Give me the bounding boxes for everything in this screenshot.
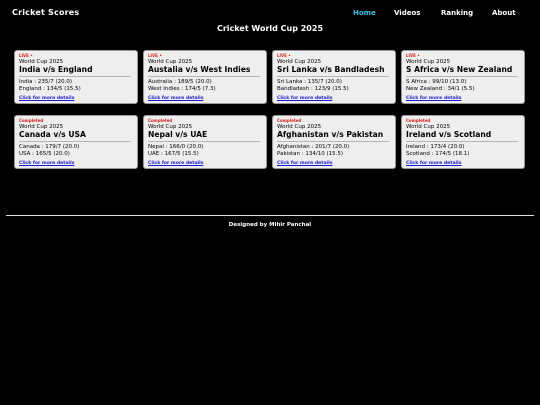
match-card[interactable]: Completed World Cup 2025 Nepal v/s UAE Nepa…: [143, 115, 267, 169]
match-title: Nepal v/s UAE: [148, 130, 208, 139]
match-details-link[interactable]: Click for more details: [19, 96, 74, 101]
card-divider: [277, 141, 389, 142]
match-status-badge: Completed: [406, 118, 431, 123]
team1-score: Nepal : 166/0 (20.0): [148, 144, 204, 150]
match-details-link[interactable]: Click for more details: [277, 161, 332, 166]
team2-score: Scotland : 174/5 (18.1): [406, 151, 470, 157]
team2-score: Pakistan : 134/10 (15.5): [277, 151, 344, 157]
nav-home-link[interactable]: Home: [353, 9, 376, 17]
match-title: Afghanistan v/s Pakistan: [277, 130, 384, 139]
match-title: India v/s England: [19, 65, 93, 74]
match-status-badge: LIVE •: [277, 53, 291, 58]
team2-score: UAE : 167/5 (15.5): [148, 151, 199, 157]
match-details-link[interactable]: Click for more details: [406, 161, 461, 166]
card-divider: [19, 76, 131, 77]
match-card[interactable]: Completed World Cup 2025 Ireland v/s Scotl…: [401, 115, 525, 169]
card-divider: [148, 141, 260, 142]
card-divider: [148, 76, 260, 77]
team1-score: Sri Lanka : 135/7 (20.0): [277, 79, 342, 85]
team1-score: Canada : 179/7 (20.0): [19, 144, 80, 150]
nav-ranking-link[interactable]: Ranking: [441, 9, 473, 17]
match-status-badge: Completed: [148, 118, 173, 123]
match-card[interactable]: LIVE • World Cup 2025 Austalia v/s West In…: [143, 50, 267, 104]
match-status-badge: LIVE •: [19, 53, 33, 58]
match-title: Ireland v/s Scotland: [406, 130, 492, 139]
match-title: Austalia v/s West Indies: [148, 65, 251, 74]
match-details-link[interactable]: Click for more details: [19, 161, 74, 166]
nav-videos-link[interactable]: Videos: [394, 9, 420, 17]
team2-score: England : 134/5 (15.5): [19, 86, 81, 92]
team1-score: India : 235/7 (20.0): [19, 79, 72, 85]
team2-score: West Indies : 174/5 (7.3): [148, 86, 216, 92]
match-details-link[interactable]: Click for more details: [406, 96, 461, 101]
match-status-badge: LIVE •: [406, 53, 420, 58]
match-details-link[interactable]: Click for more details: [277, 96, 332, 101]
match-title: S Africa v/s New Zealand: [406, 65, 513, 74]
team2-score: USA : 165/5 (20.0): [19, 151, 70, 157]
footer-divider: [6, 215, 534, 216]
footer-credit: Designed by Mihir Panchal: [228, 222, 312, 228]
match-card[interactable]: LIVE • World Cup 2025 S Africa v/s New Zea…: [401, 50, 525, 104]
team1-score: Afghanistan : 201/7 (20.0): [277, 144, 350, 150]
card-divider: [277, 76, 389, 77]
match-details-link[interactable]: Click for more details: [148, 96, 203, 101]
brand-logo[interactable]: Cricket Scores: [12, 8, 79, 17]
card-divider: [406, 76, 518, 77]
match-card[interactable]: LIVE • World Cup 2025 Sri Lanka v/s Bandla…: [272, 50, 396, 104]
match-details-link[interactable]: Click for more details: [148, 161, 203, 166]
match-title: Canada v/s USA: [19, 130, 86, 139]
card-divider: [19, 141, 131, 142]
page-title: Cricket World Cup 2025: [216, 24, 324, 33]
match-status-badge: LIVE •: [148, 53, 162, 58]
team2-score: New Zealand : 34/1 (5.5): [406, 86, 475, 92]
team1-score: Australia : 189/5 (20.0): [148, 79, 212, 85]
match-status-badge: Completed: [277, 118, 302, 123]
nav-about-link[interactable]: About: [492, 9, 516, 17]
team1-score: S Africa : 99/10 (13.0): [406, 79, 467, 85]
team1-score: Ireland : 173/4 (20.0): [406, 144, 465, 150]
team2-score: Bandladesh : 123/9 (15.5): [277, 86, 349, 92]
match-status-badge: Completed: [19, 118, 44, 123]
card-divider: [406, 141, 518, 142]
match-card[interactable]: Completed World Cup 2025 Canada v/s USA Can…: [14, 115, 138, 169]
match-title: Sri Lanka v/s Bandladesh: [277, 65, 385, 74]
match-card[interactable]: Completed World Cup 2025 Afghanistan v/s P…: [272, 115, 396, 169]
match-card[interactable]: LIVE • World Cup 2025 India v/s England Ind…: [14, 50, 138, 104]
